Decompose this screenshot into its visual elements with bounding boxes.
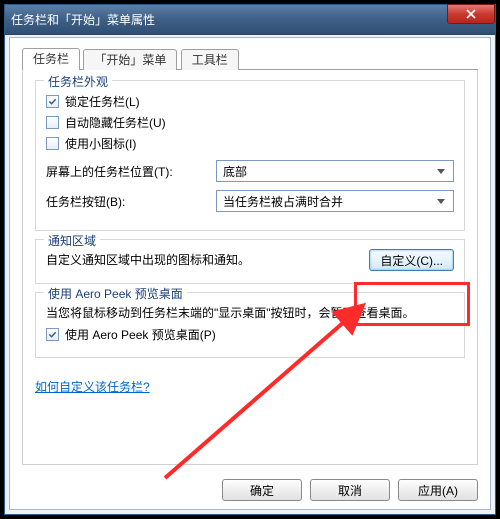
action-buttons: 确定 取消 应用(A) [22,479,478,501]
tab-taskbar[interactable]: 任务栏 [22,48,80,71]
checkbox-autohide[interactable] [46,116,59,129]
window-title: 任务栏和「开始」菜单属性 [11,11,155,28]
close-icon [466,9,476,19]
row-small-icons: 使用小图标(I) [46,135,454,152]
tabs-row: 任务栏 「开始」菜单 工具栏 [22,48,478,70]
checkbox-small-icons[interactable] [46,137,59,150]
select-buttons-combine[interactable]: 当任务栏被占满时合并 [216,190,454,212]
ok-button[interactable]: 确定 [222,479,302,501]
select-position-value: 底部 [223,163,247,180]
legend-aero: 使用 Aero Peek 预览桌面 [44,285,187,302]
label-autohide: 自动隐藏任务栏(U) [65,114,166,131]
checkbox-aero-peek[interactable] [46,328,59,341]
label-aero-peek: 使用 Aero Peek 预览桌面(P) [65,326,216,343]
legend-notification: 通知区域 [44,232,100,249]
row-lock-taskbar: 锁定任务栏(L) [46,93,454,110]
label-position: 屏幕上的任务栏位置(T): [46,163,216,180]
desc-notification: 自定义通知区域中出现的图标和通知。 [46,252,361,269]
apply-button[interactable]: 应用(A) [398,479,478,501]
row-buttons-combine: 任务栏按钮(B): 当任务栏被占满时合并 [46,190,454,212]
chevron-down-icon [433,163,449,179]
cancel-button[interactable]: 取消 [310,479,390,501]
checkbox-lock-taskbar[interactable] [46,95,59,108]
fieldset-appearance: 任务栏外观 锁定任务栏(L) 自动隐藏任务栏(U) 使用小图标(I) [35,80,465,231]
tab-start-menu[interactable]: 「开始」菜单 [83,49,177,71]
window-frame: 任务栏和「开始」菜单属性 任务栏 「开始」菜单 工具栏 任务栏外观 [4,4,496,515]
checkmark-icon [48,97,57,106]
client-area: 任务栏 「开始」菜单 工具栏 任务栏外观 锁定任务栏(L) 自动隐藏任务栏(U [9,37,491,510]
select-buttons-combine-value: 当任务栏被占满时合并 [223,193,343,210]
label-lock-taskbar: 锁定任务栏(L) [65,93,140,110]
tab-panel-taskbar: 任务栏外观 锁定任务栏(L) 自动隐藏任务栏(U) 使用小图标(I) [22,70,478,465]
checkmark-icon [48,330,57,339]
customize-button[interactable]: 自定义(C)... [369,249,454,271]
label-small-icons: 使用小图标(I) [65,135,136,152]
help-link[interactable]: 如何自定义该任务栏? [35,380,150,394]
titlebar[interactable]: 任务栏和「开始」菜单属性 [5,5,495,35]
row-position: 屏幕上的任务栏位置(T): 底部 [46,160,454,182]
fieldset-notification: 通知区域 自定义通知区域中出现的图标和通知。 自定义(C)... [35,239,465,284]
legend-appearance: 任务栏外观 [44,73,112,90]
chevron-down-icon [433,193,449,209]
row-autohide: 自动隐藏任务栏(U) [46,114,454,131]
select-position[interactable]: 底部 [216,160,454,182]
close-button[interactable] [447,4,495,24]
annotation-highlight-box [354,282,470,326]
tab-toolbars[interactable]: 工具栏 [181,49,239,71]
row-aero-peek: 使用 Aero Peek 预览桌面(P) [46,326,454,343]
label-buttons-combine: 任务栏按钮(B): [46,193,216,210]
